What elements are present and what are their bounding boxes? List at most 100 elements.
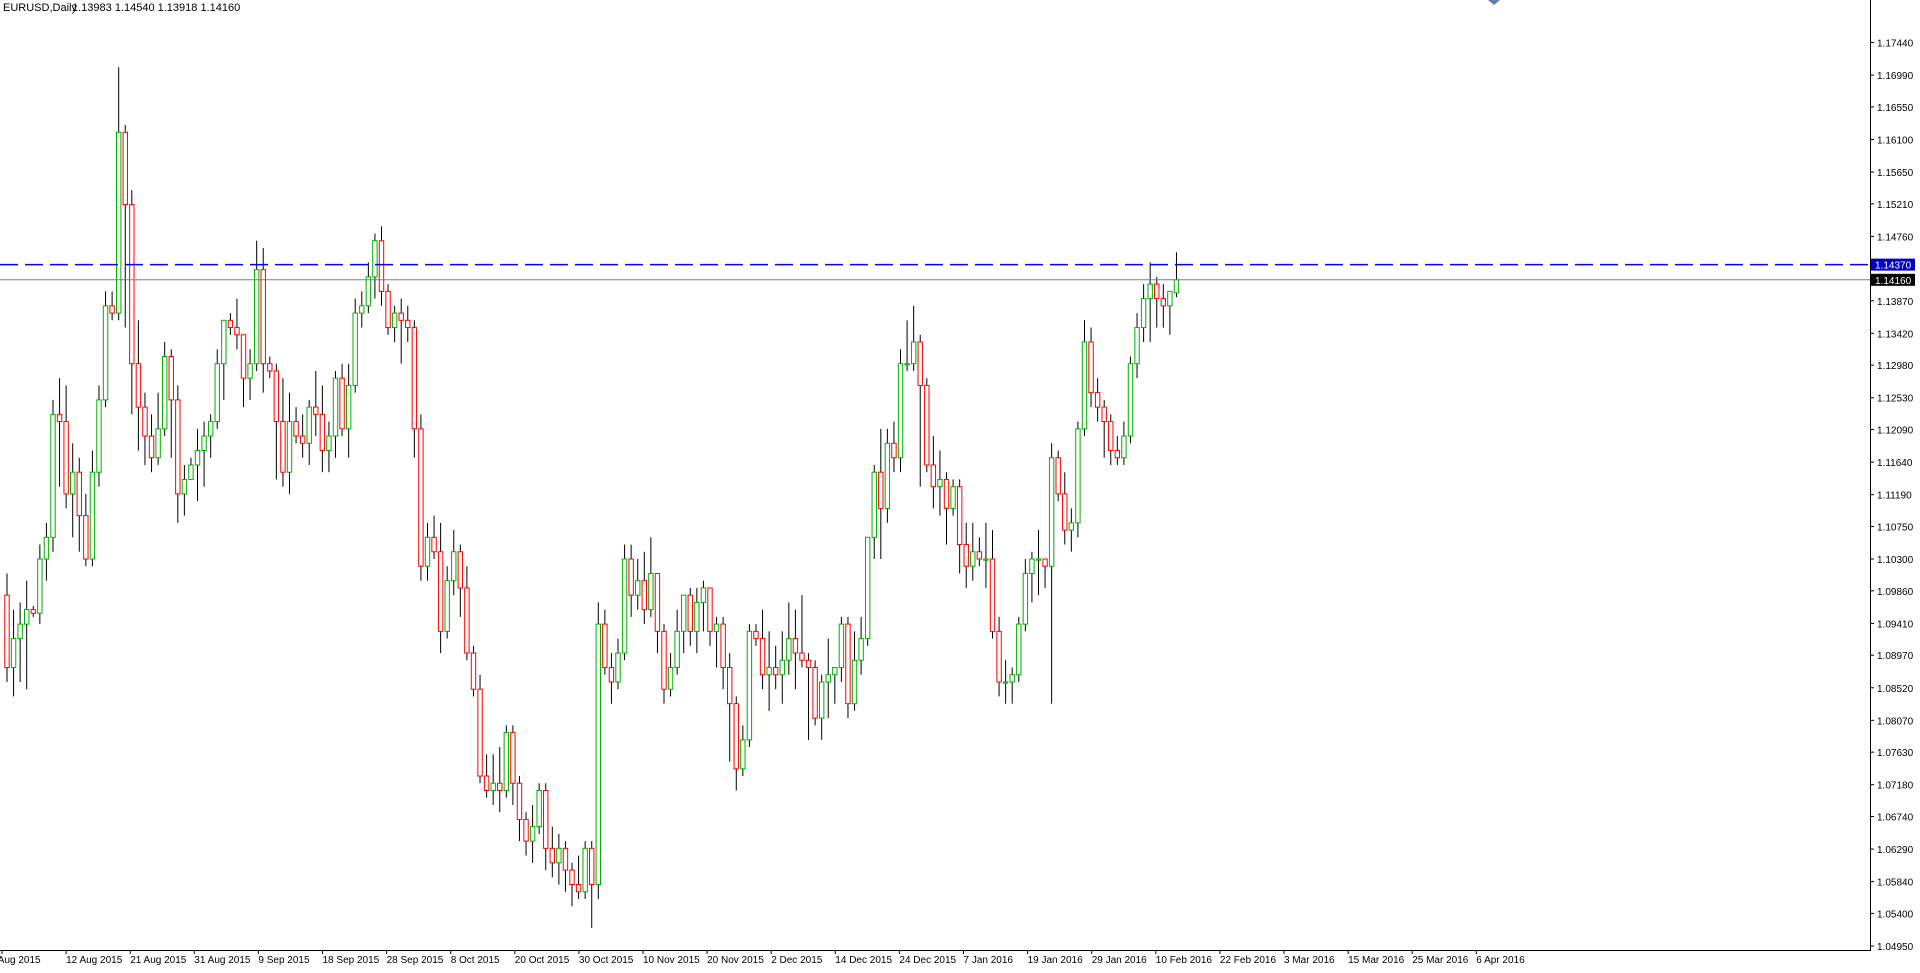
price-tick-label: 1.16990	[1877, 71, 1914, 82]
bull-candle-body	[910, 341, 917, 365]
candle	[352, 298, 358, 393]
bull-candle-body	[1016, 623, 1022, 676]
bull-candle-body	[635, 580, 641, 596]
bull-candle-body	[681, 594, 687, 632]
bull-candle-body	[365, 276, 372, 307]
bull-candle-body	[713, 623, 720, 632]
bull-candle-body	[983, 558, 989, 561]
bear-candle-body	[63, 421, 69, 495]
candle	[897, 349, 904, 473]
bull-candle-body	[253, 269, 260, 365]
bull-candle-body	[700, 587, 707, 603]
bull-candle-body	[674, 630, 680, 669]
price-tick-label: 1.11640	[1877, 458, 1913, 469]
bear-candle-body	[267, 363, 273, 372]
bear-candle-body	[299, 435, 306, 444]
bear-candle-body	[135, 363, 142, 408]
bull-candle-body	[871, 471, 877, 538]
bull-candle-body	[181, 478, 188, 495]
bear-candle-body	[76, 471, 82, 517]
bear-candle-body	[845, 623, 851, 705]
bull-candle-body	[1075, 428, 1081, 524]
bull-candle-body	[779, 659, 785, 676]
ohlc-readout: 1.13983 1.14540 1.13918 1.14160	[72, 2, 240, 14]
bull-candle-body	[851, 659, 858, 705]
candle	[812, 660, 818, 726]
bear-candle-body	[549, 847, 556, 864]
price-tick-label: 1.07630	[1877, 748, 1914, 759]
bull-candle-body	[490, 782, 496, 791]
bull-candle-body	[904, 363, 910, 366]
bull-candle-body	[884, 442, 891, 509]
bull-candle-body	[582, 847, 588, 893]
bid-price-tag-label: 1.14160	[1875, 276, 1912, 287]
bear-candle-body	[378, 240, 385, 292]
bear-candle-body	[654, 572, 661, 632]
candle	[884, 428, 891, 523]
bear-candle-body	[956, 486, 963, 546]
bull-candle-body	[1009, 674, 1015, 683]
candle	[1075, 421, 1081, 538]
bear-candle-body	[129, 204, 135, 365]
date-tick-label: 22 Feb 2016	[1220, 955, 1277, 966]
bear-candle-body	[989, 558, 996, 632]
bear-candle-body	[805, 659, 812, 669]
candle	[864, 536, 871, 646]
bear-candle-body	[1062, 493, 1068, 531]
candle	[845, 616, 851, 719]
bull-candle-body	[115, 131, 122, 314]
bull-candle-body	[503, 732, 510, 791]
bull-candle-body	[832, 667, 838, 676]
bear-candle-body	[1088, 341, 1094, 394]
bear-candle-body	[1042, 558, 1048, 567]
bear-candle-body	[1094, 392, 1101, 408]
candle	[470, 645, 477, 697]
bear-candle-body	[273, 370, 280, 423]
date-tick-label: 7 Jan 2016	[964, 955, 1014, 966]
bear-candle-body	[628, 558, 634, 596]
date-tick-label: 21 Aug 2015	[130, 955, 187, 966]
candle	[477, 674, 483, 784]
symbol-timeframe-label: EURUSD,Daily	[3, 2, 77, 14]
bull-candle-body	[746, 630, 753, 741]
candle	[595, 602, 601, 899]
date-tick-label: 28 Sep 2015	[387, 955, 444, 966]
bear-candle-body	[398, 312, 404, 321]
bull-candle-body	[740, 739, 746, 770]
bear-candle-body	[562, 847, 569, 871]
bear-candle-body	[293, 421, 299, 437]
bull-candle-body	[667, 667, 674, 690]
bear-candle-body	[109, 305, 115, 314]
bull-candle-body	[451, 551, 457, 582]
price-tick-label: 1.11190	[1877, 491, 1912, 502]
date-tick-label: 15 Mar 2016	[1348, 955, 1405, 966]
date-tick-label: 6 Apr 2016	[1476, 955, 1525, 966]
date-tick-label: 31 Aug 2015	[194, 955, 251, 966]
bull-candle-body	[359, 305, 365, 314]
bull-candle-body	[352, 312, 358, 386]
bull-candle-body	[155, 428, 161, 459]
bear-candle-body	[405, 319, 411, 329]
bear-candle-body	[930, 464, 937, 488]
bear-candle-body	[799, 652, 805, 661]
bear-candle-body	[240, 334, 247, 379]
bull-candle-body	[818, 681, 825, 719]
price-tick-label: 1.08070	[1877, 716, 1914, 727]
bull-candle-body	[838, 623, 845, 669]
bear-candle-body	[411, 327, 418, 430]
bull-candle-body	[10, 638, 17, 669]
bull-candle-body	[1134, 327, 1140, 365]
candle	[385, 284, 391, 335]
bull-candle-body	[1173, 279, 1180, 294]
bear-candle-body	[260, 269, 266, 365]
bull-candle-body	[201, 435, 207, 452]
date-tick-label: 30 Oct 2015	[579, 955, 634, 966]
bear-candle-body	[464, 587, 470, 654]
date-tick-label: 3 Mar 2016	[1284, 955, 1335, 966]
price-tick-label: 1.12090	[1877, 426, 1914, 437]
bear-candle-body	[497, 782, 503, 791]
price-chart[interactable]: 1.17440 1.16990 1.16550 1.16100 1.15650 1.152…	[0, 0, 1920, 973]
bear-candle-body	[1114, 450, 1121, 459]
bull-candle-body	[1029, 558, 1035, 574]
bull-candle-body	[372, 240, 378, 278]
